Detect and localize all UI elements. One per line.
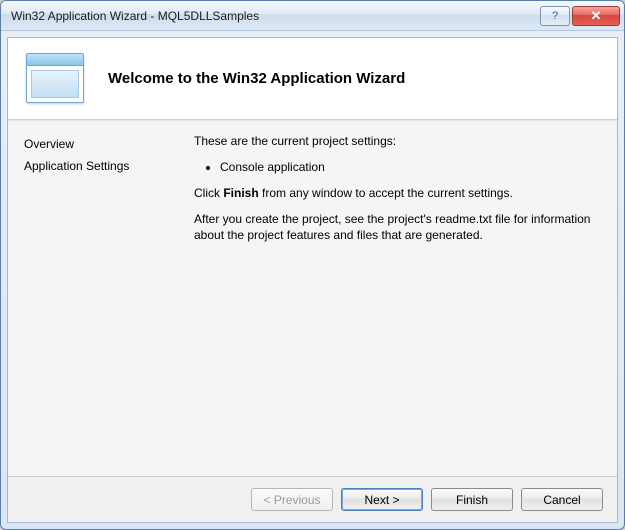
header: Welcome to the Win32 Application Wizard [8,38,617,120]
finish-button[interactable]: Finish [431,488,513,511]
close-icon: ✕ [591,8,602,24]
cancel-button[interactable]: Cancel [521,488,603,511]
app-window-icon [26,53,86,105]
finish-emphasis: Finish [223,186,258,200]
button-label: Cancel [543,493,580,507]
sidebar-item-label: Overview [24,137,74,151]
settings-list-item: Console application [220,159,599,175]
button-label: < Previous [263,493,320,507]
content: These are the current project settings: … [188,121,617,476]
sidebar-item-application-settings[interactable]: Application Settings [20,155,176,177]
footer: < Previous Next > Finish Cancel [8,476,617,522]
intro-text: These are the current project settings: [194,133,599,149]
client-area: Welcome to the Win32 Application Wizard … [7,37,618,523]
titlebar-buttons: ? ✕ [538,6,620,26]
previous-button: < Previous [251,488,333,511]
next-button[interactable]: Next > [341,488,423,511]
body: Overview Application Settings These are … [8,120,617,476]
button-label: Finish [456,493,488,507]
button-label: Next > [364,493,399,507]
titlebar: Win32 Application Wizard - MQL5DLLSample… [1,1,624,31]
help-icon: ? [552,10,558,22]
sidebar-item-overview[interactable]: Overview [20,133,176,155]
click-finish-text: Click Finish from any window to accept t… [194,185,599,201]
settings-list: Console application [194,159,599,175]
close-button[interactable]: ✕ [572,6,620,26]
page-title: Welcome to the Win32 Application Wizard [108,70,405,87]
window-title: Win32 Application Wizard - MQL5DLLSample… [11,9,538,23]
sidebar-item-label: Application Settings [24,159,129,173]
sidebar: Overview Application Settings [8,121,188,476]
help-button[interactable]: ? [540,6,570,26]
readme-note: After you create the project, see the pr… [194,211,599,243]
wizard-window: Win32 Application Wizard - MQL5DLLSample… [0,0,625,530]
